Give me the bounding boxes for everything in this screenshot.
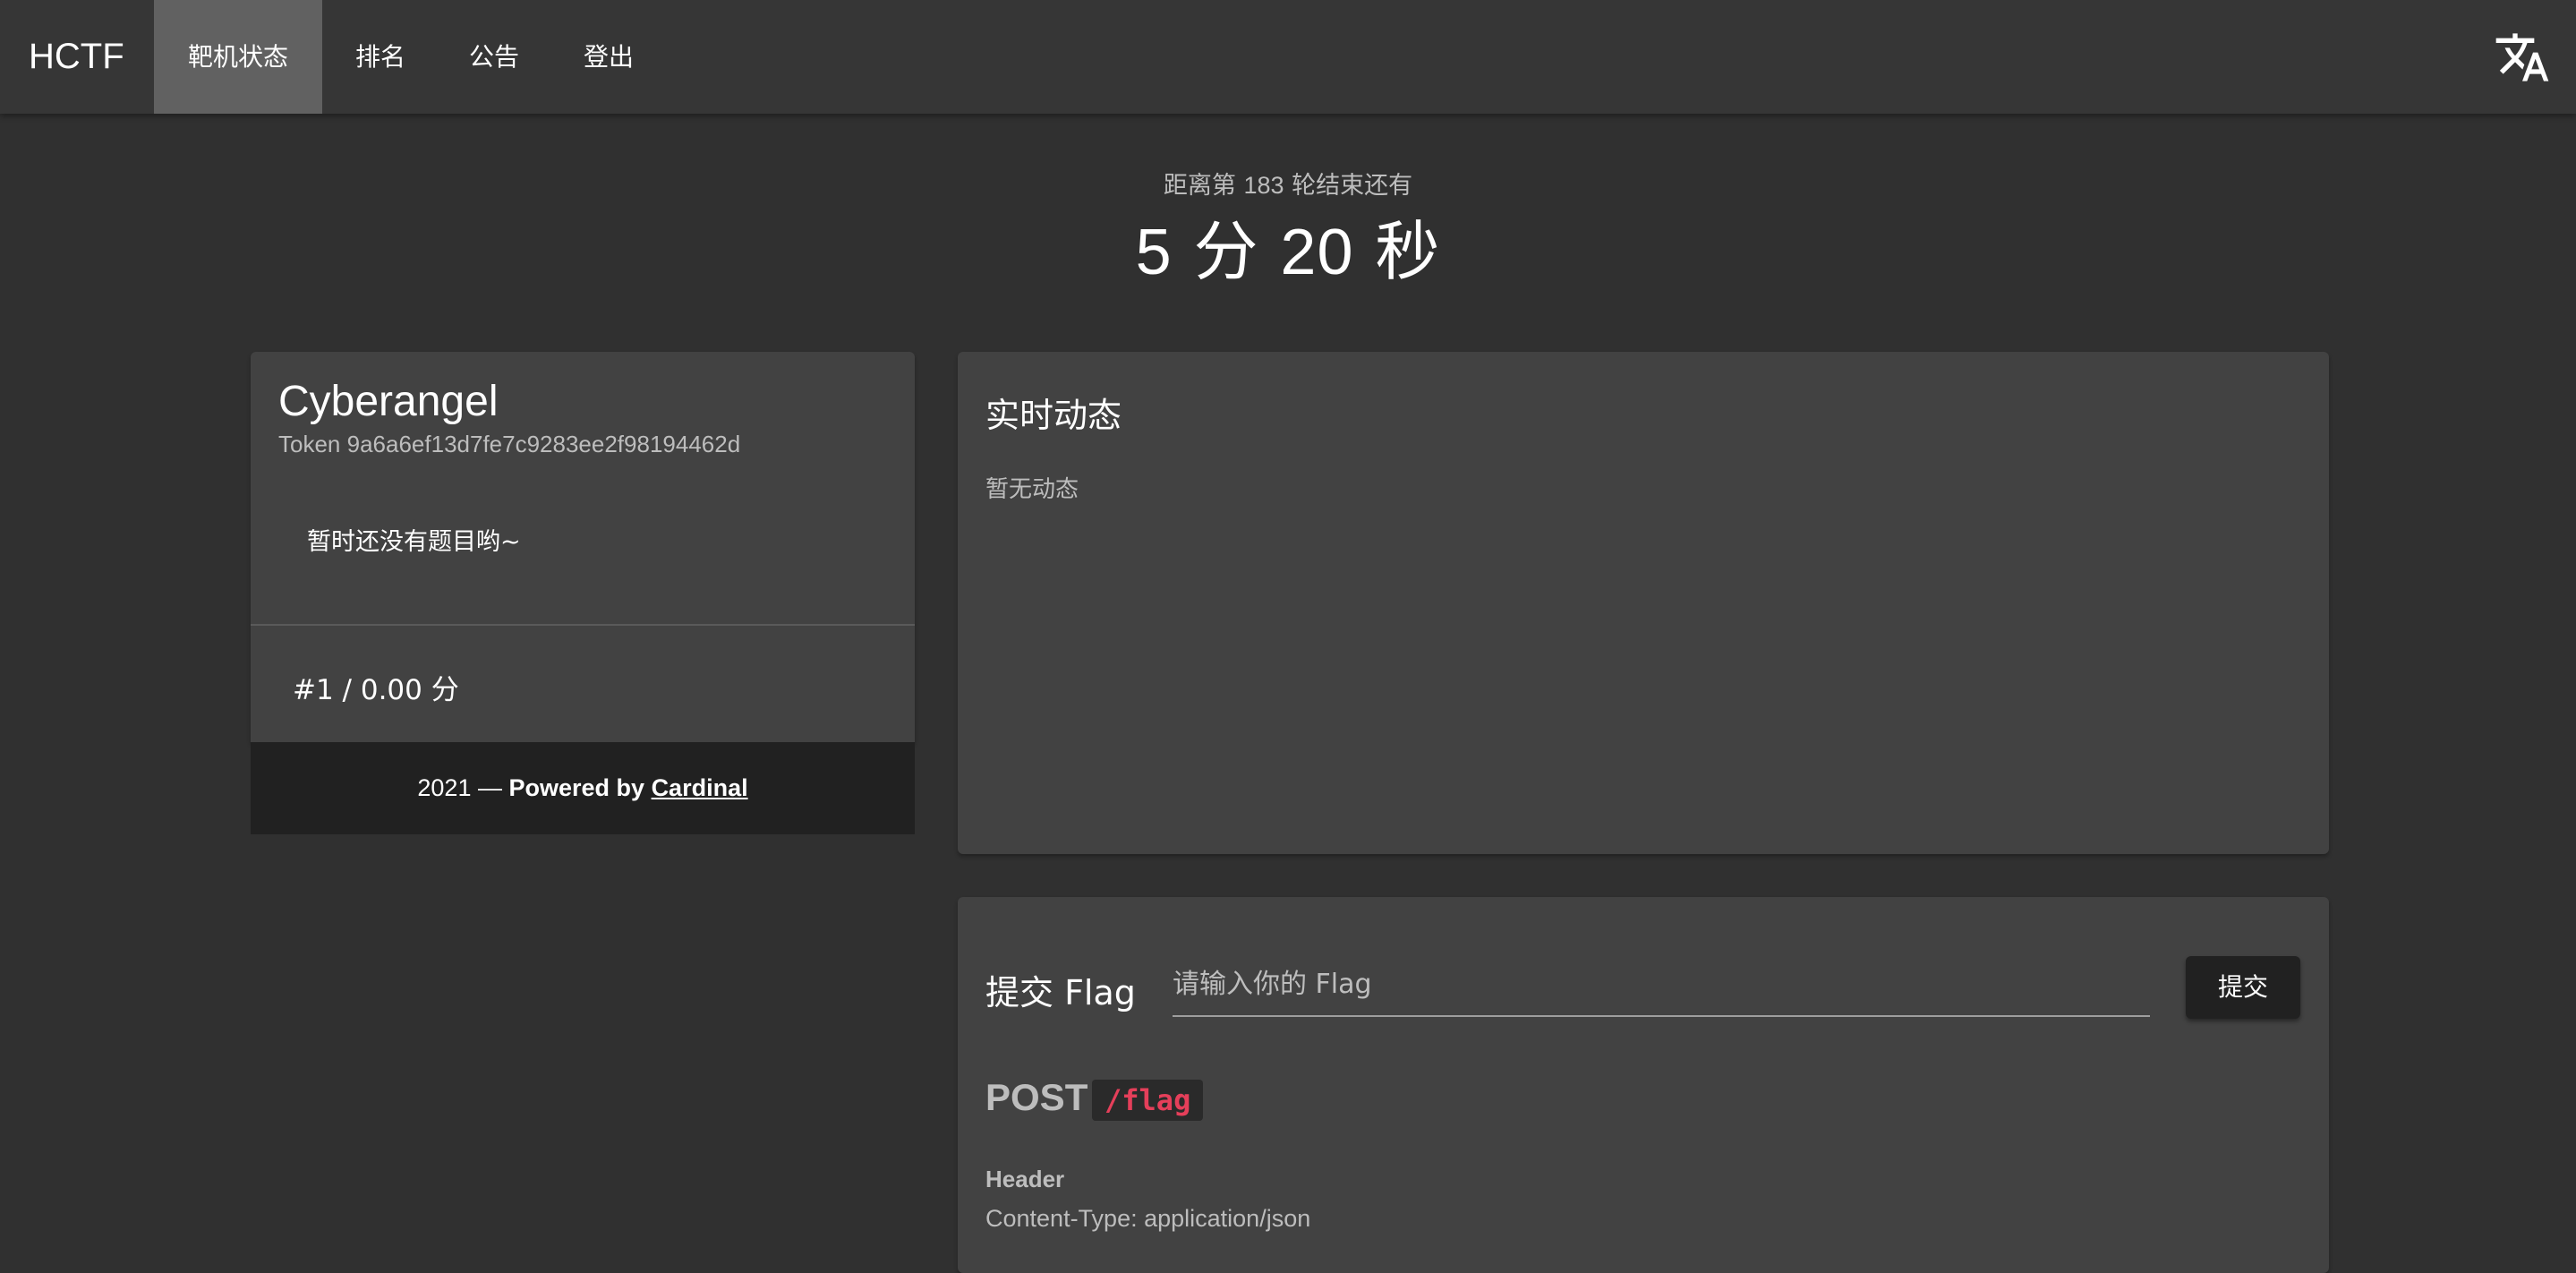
app-bar: HCTF 靶机状态 排名 公告 登出: [0, 0, 2576, 114]
team-card: Cyberangel Token 9a6a6ef13d7fe7c9283ee2f…: [251, 352, 915, 742]
api-method: POST: [985, 1076, 1088, 1118]
token-label: Token: [278, 431, 341, 457]
round-number: 183: [1243, 172, 1284, 199]
translate-button[interactable]: [2494, 29, 2551, 86]
countdown-seconds-unit: 秒: [1375, 214, 1441, 289]
live-feed-card: 实时动态 暂无动态: [958, 352, 2329, 854]
flag-card: 提交 Flag 提交 POST /flag Header Content-Typ…: [958, 897, 2329, 1273]
footer-year: 2021: [417, 774, 472, 801]
round-caption: 距离第 183 轮结束还有: [0, 166, 2576, 201]
api-header-value: Content-Type: application/json: [985, 1205, 1311, 1232]
app-title[interactable]: HCTF: [29, 0, 124, 114]
flag-input-field: [1173, 953, 2150, 1017]
translate-icon: [2495, 33, 2549, 81]
countdown-seconds: 20: [1280, 217, 1354, 288]
team-name: Cyberangel: [278, 378, 499, 425]
submit-flag-button[interactable]: 提交: [2186, 956, 2300, 1019]
countdown-minutes: 5: [1135, 217, 1173, 288]
round-prefix: 距离第: [1163, 172, 1236, 200]
api-header-label: Header: [985, 1166, 1065, 1192]
footer-dash: —: [477, 774, 502, 801]
countdown-minutes-unit: 分: [1193, 214, 1259, 289]
flag-title: 提交 Flag: [985, 973, 1136, 1012]
tab-target-status[interactable]: 靶机状态: [154, 0, 322, 114]
footer-powered-by: Powered by: [508, 774, 645, 801]
token-value: 9a6a6ef13d7fe7c9283ee2f98194462d: [346, 431, 741, 457]
cardinal-link[interactable]: Cardinal: [652, 774, 748, 801]
team-token: Token 9a6a6ef13d7fe7c9283ee2f98194462d: [278, 431, 740, 458]
api-path: /flag: [1092, 1080, 1204, 1121]
round-countdown: 5 分 20 秒: [0, 199, 2576, 293]
team-rank-score: #1 / 0.00 分: [293, 674, 459, 706]
live-feed-empty: 暂无动态: [985, 476, 1079, 503]
live-feed-title: 实时动态: [985, 396, 1122, 435]
tab-ranking[interactable]: 排名: [336, 0, 425, 114]
divider: [251, 624, 915, 626]
round-suffix: 轮结束还有: [1292, 172, 1413, 200]
tab-announcements[interactable]: 公告: [449, 0, 539, 114]
no-challenges-message: 暂时还没有题目哟~: [307, 528, 521, 556]
footer: 2021 — Powered by Cardinal: [251, 742, 915, 834]
tab-logout[interactable]: 登出: [564, 0, 653, 114]
flag-input[interactable]: [1173, 961, 2150, 1006]
